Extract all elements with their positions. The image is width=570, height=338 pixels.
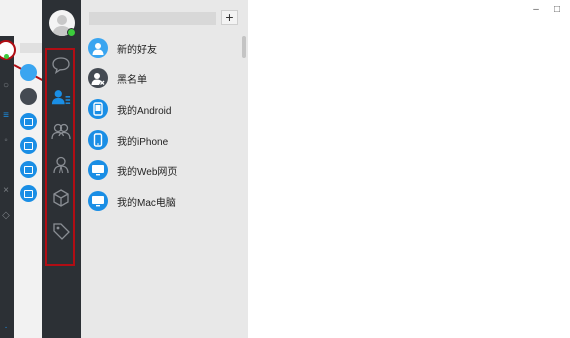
iphone-device-icon xyxy=(88,130,108,150)
background-chat-icon: ○ xyxy=(2,80,10,91)
background-group-icon: ◦ xyxy=(4,135,8,146)
contact-item-mac[interactable]: 我的Mac电脑 xyxy=(86,188,236,214)
contact-item-label: 我的Android xyxy=(117,105,172,117)
add-contact-button[interactable]: + xyxy=(221,10,238,25)
online-status-dot xyxy=(67,28,76,37)
content-area xyxy=(248,0,570,338)
blacklist-icon xyxy=(88,68,108,88)
contact-item-web[interactable]: 我的Web网页 xyxy=(86,157,236,183)
new-friend-icon xyxy=(88,38,108,58)
background-contacts-icon: ≡ xyxy=(3,110,9,121)
contact-item-iphone[interactable]: 我的iPhone xyxy=(86,127,236,153)
scrollbar-thumb[interactable] xyxy=(242,36,246,58)
maximize-button[interactable]: □ xyxy=(551,4,563,16)
android-device-icon xyxy=(88,99,108,119)
mac-device-icon xyxy=(88,191,108,211)
web-device-icon xyxy=(88,160,108,180)
contact-item-label: 我的Mac电脑 xyxy=(117,197,176,209)
contact-item-label: 黑名单 xyxy=(117,74,147,86)
background-search-bar xyxy=(20,43,44,53)
background-blacklist-icon xyxy=(20,88,37,105)
search-input[interactable] xyxy=(89,12,216,25)
minimize-button[interactable]: – xyxy=(530,4,542,16)
background-mac-icon xyxy=(20,185,37,202)
contact-item-label: 新的好友 xyxy=(117,44,157,56)
background-tag-icon: ◇ xyxy=(2,210,10,221)
contact-item-label: 我的iPhone xyxy=(117,136,169,148)
background-web-icon xyxy=(20,161,37,178)
background-close-icon: × xyxy=(3,185,9,196)
background-android-icon xyxy=(20,113,37,130)
background-dot-icon: · xyxy=(4,322,8,333)
contact-item-android[interactable]: 我的Android xyxy=(86,96,236,122)
contact-item-new-friends[interactable]: 新的好友 xyxy=(86,35,236,61)
contact-item-label: 我的Web网页 xyxy=(117,166,178,178)
contact-item-blacklist[interactable]: 黑名单 xyxy=(86,65,236,91)
background-friend-icon xyxy=(20,64,37,81)
nav-highlight-box xyxy=(45,48,75,266)
background-iphone-icon xyxy=(20,137,37,154)
background-status-dot xyxy=(4,54,9,59)
